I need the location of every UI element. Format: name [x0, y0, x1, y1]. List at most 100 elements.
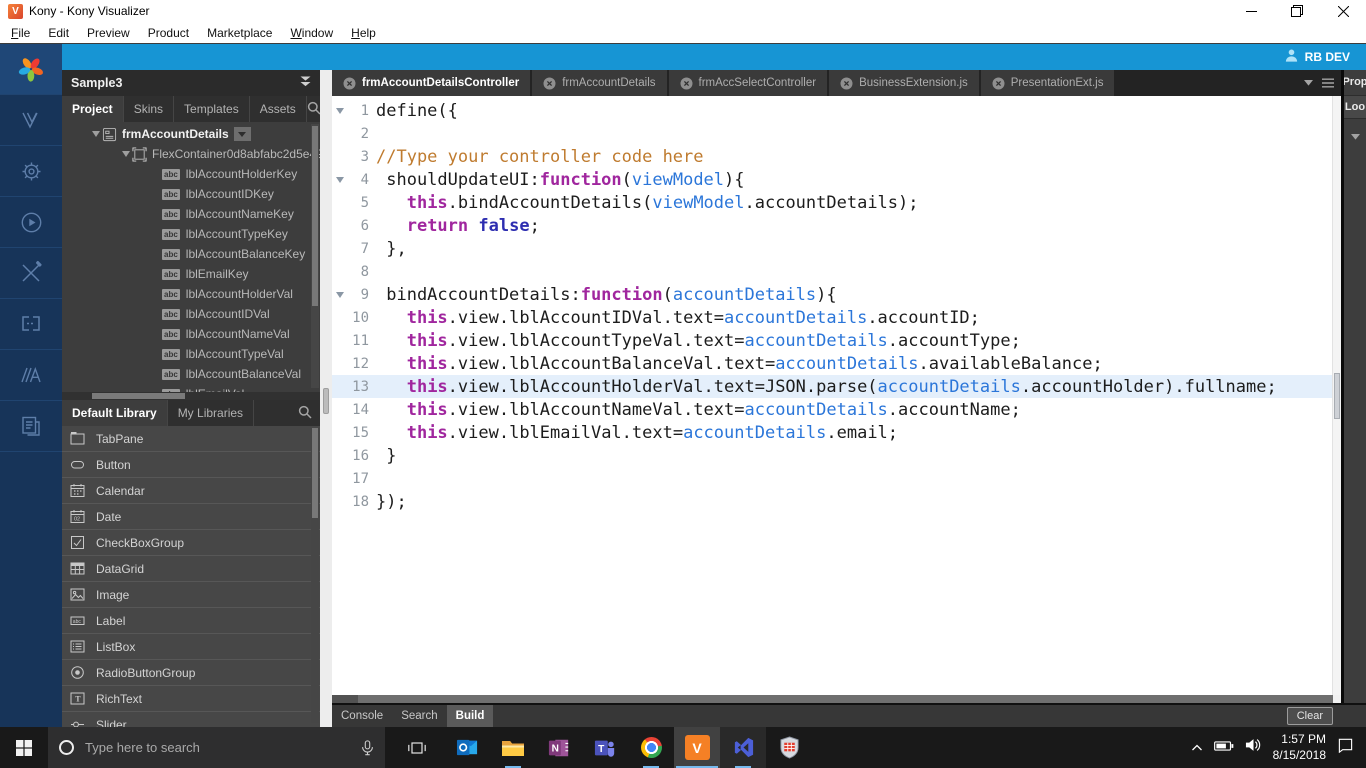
- widget-item-richtext[interactable]: TRichText: [62, 686, 320, 712]
- code-line[interactable]: 17: [332, 467, 1341, 490]
- tree-item-label-widget[interactable]: abclblAccountHolderKey: [62, 164, 320, 184]
- code-line[interactable]: 18});: [332, 490, 1341, 513]
- task-view-button[interactable]: [395, 727, 439, 768]
- code-line[interactable]: 5 this.bindAccountDetails(viewModel.acco…: [332, 191, 1341, 214]
- sidebar-visualizer-icon[interactable]: [0, 95, 62, 146]
- code-line[interactable]: 2: [332, 122, 1341, 145]
- editor-hscrollbar[interactable]: [332, 695, 1341, 703]
- fold-arrow-icon[interactable]: [332, 108, 348, 114]
- code-line[interactable]: 3//Type your controller code here: [332, 145, 1341, 168]
- search-icon[interactable]: [307, 101, 320, 118]
- widgetlist-vscrollbar[interactable]: [311, 428, 319, 723]
- widget-item-tabpane[interactable]: TabPane: [62, 426, 320, 452]
- widget-item-calendar[interactable]: Calendar: [62, 478, 320, 504]
- editor-tab-BusinessExtension.js[interactable]: BusinessExtension.js: [829, 70, 981, 96]
- tree-item-label-widget[interactable]: abclblEmailKey: [62, 264, 320, 284]
- taskbar-app-teams[interactable]: T: [582, 727, 628, 768]
- editor-menu-icon[interactable]: [1322, 78, 1334, 88]
- start-button[interactable]: [0, 727, 48, 768]
- form-dropdown-button[interactable]: [234, 127, 251, 141]
- editor-vscrollbar[interactable]: [1332, 96, 1341, 695]
- tree-item-label-widget[interactable]: abclblAccountTypeKey: [62, 224, 320, 244]
- scrollbar-thumb[interactable]: [358, 695, 1333, 703]
- properties-panel-header[interactable]: Prop: [1342, 70, 1366, 95]
- code-line[interactable]: 11 this.view.lblAccountTypeVal.text=acco…: [332, 329, 1341, 352]
- taskbar-app-chrome[interactable]: [628, 727, 674, 768]
- taskbar-clock[interactable]: 1:57 PM 8/15/2018: [1273, 732, 1326, 763]
- console-tab-build[interactable]: Build: [447, 705, 494, 727]
- project-tab-skins[interactable]: Skins: [124, 96, 174, 122]
- panel-splitter[interactable]: [320, 70, 332, 727]
- code-line[interactable]: 9 bindAccountDetails:function(accountDet…: [332, 283, 1341, 306]
- tree-item-label-widget[interactable]: abclblAccountIDVal: [62, 304, 320, 324]
- tree-item-label-widget[interactable]: abclblEmailVal: [62, 384, 320, 392]
- tree-item-label-widget[interactable]: abclblAccountBalanceKey: [62, 244, 320, 264]
- close-button[interactable]: [1320, 0, 1366, 22]
- tree-item-label-widget[interactable]: abclblAccountNameVal: [62, 324, 320, 344]
- fold-arrow-icon[interactable]: [332, 177, 348, 183]
- sidebar-preview-icon[interactable]: [0, 197, 62, 248]
- sidebar-canvas-icon[interactable]: [0, 299, 62, 350]
- tree-item-label-widget[interactable]: abclblAccountBalanceVal: [62, 364, 320, 384]
- scrollbar-thumb[interactable]: [1334, 373, 1340, 419]
- volume-icon[interactable]: [1245, 738, 1262, 757]
- sidebar-documents-icon[interactable]: [0, 401, 62, 452]
- expander-icon[interactable]: [120, 151, 132, 157]
- sidebar-typography-icon[interactable]: [0, 350, 62, 401]
- close-tab-icon[interactable]: [840, 77, 853, 90]
- close-tab-icon[interactable]: [680, 77, 693, 90]
- tree-item-label-widget[interactable]: abclblAccountIDKey: [62, 184, 320, 204]
- sidebar-settings-icon[interactable]: [0, 146, 62, 197]
- code-line[interactable]: 12 this.view.lblAccountBalanceVal.text=a…: [332, 352, 1341, 375]
- code-line-highlighted[interactable]: 13 this.view.lblAccountHolderVal.text=JS…: [332, 375, 1341, 398]
- project-tab-assets[interactable]: Assets: [250, 96, 307, 122]
- taskbar-app-kony-visualizer[interactable]: V: [674, 727, 720, 768]
- action-center-icon[interactable]: [1337, 737, 1354, 758]
- widget-item-datagrid[interactable]: DataGrid: [62, 556, 320, 582]
- microphone-icon[interactable]: [361, 740, 374, 756]
- widget-item-listbox[interactable]: ListBox: [62, 634, 320, 660]
- taskbar-app-security[interactable]: [766, 727, 812, 768]
- code-line[interactable]: 14 this.view.lblAccountNameVal.text=acco…: [332, 398, 1341, 421]
- sidebar-build-tools-icon[interactable]: [0, 248, 62, 299]
- code-line[interactable]: 7 },: [332, 237, 1341, 260]
- editor-tab-frmAccountDetails[interactable]: frmAccountDetails: [532, 70, 668, 96]
- widget-item-slider[interactable]: Slider: [62, 712, 320, 727]
- console-tab-search[interactable]: Search: [392, 705, 446, 727]
- tray-chevron-up-icon[interactable]: [1191, 739, 1203, 757]
- menu-marketplace[interactable]: Marketplace: [198, 26, 281, 40]
- battery-icon[interactable]: [1214, 739, 1234, 757]
- chevron-down-icon[interactable]: [1351, 131, 1360, 143]
- sidebar-kony-home-icon[interactable]: [0, 44, 62, 95]
- code-line[interactable]: 1define({: [332, 99, 1341, 122]
- tree-hscrollbar[interactable]: [62, 392, 320, 400]
- menu-preview[interactable]: Preview: [78, 26, 139, 40]
- code-line[interactable]: 10 this.view.lblAccountIDVal.text=accoun…: [332, 306, 1341, 329]
- widget-item-radiobuttongroup[interactable]: RadioButtonGroup: [62, 660, 320, 686]
- library-tab-my-libraries[interactable]: My Libraries: [168, 400, 254, 426]
- look-tab-collapsed[interactable]: Loo: [1344, 95, 1366, 119]
- menu-window[interactable]: Window: [281, 26, 342, 40]
- tree-item-label-widget[interactable]: abclblAccountHolderVal: [62, 284, 320, 304]
- properties-panel-collapsed[interactable]: Prop Loo: [1341, 70, 1366, 703]
- library-tab-default-library[interactable]: Default Library: [62, 400, 168, 426]
- taskbar-search-input[interactable]: Type here to search: [48, 727, 385, 768]
- project-tab-templates[interactable]: Templates: [174, 96, 250, 122]
- code-line[interactable]: 15 this.view.lblEmailVal.text=accountDet…: [332, 421, 1341, 444]
- fold-arrow-icon[interactable]: [332, 292, 348, 298]
- menu-edit[interactable]: Edit: [39, 26, 78, 40]
- close-tab-icon[interactable]: [343, 77, 356, 90]
- splitter-grip[interactable]: [323, 388, 329, 414]
- taskbar-app-file-explorer[interactable]: [490, 727, 536, 768]
- close-tab-icon[interactable]: [992, 77, 1005, 90]
- editor-tab-PresentationExt.js[interactable]: PresentationExt.js: [981, 70, 1117, 96]
- minimize-button[interactable]: [1228, 0, 1274, 22]
- menu-help[interactable]: Help: [342, 26, 385, 40]
- restore-button[interactable]: [1274, 0, 1320, 22]
- console-tab-console[interactable]: Console: [332, 705, 392, 727]
- tree-vscrollbar[interactable]: [311, 124, 319, 388]
- code-line[interactable]: 16 }: [332, 444, 1341, 467]
- editor-tab-frmAccountDetailsController[interactable]: frmAccountDetailsController: [332, 70, 532, 96]
- code-line[interactable]: 6 return false;: [332, 214, 1341, 237]
- project-tab-project[interactable]: Project: [62, 96, 124, 122]
